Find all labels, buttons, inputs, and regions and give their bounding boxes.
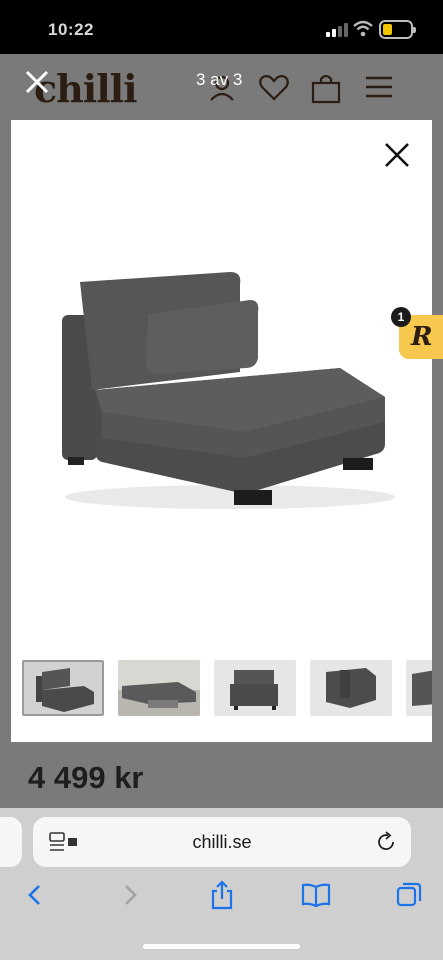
thumbnail-strip bbox=[22, 660, 432, 718]
thumbnail-1[interactable] bbox=[22, 660, 104, 716]
reviews-badge[interactable]: 1 R bbox=[391, 307, 443, 359]
reviews-count: 1 bbox=[391, 307, 411, 327]
product-image[interactable] bbox=[40, 262, 400, 512]
status-time: 10:22 bbox=[48, 20, 94, 39]
reviews-logo: R bbox=[411, 322, 433, 352]
forward-icon[interactable] bbox=[115, 880, 145, 910]
reload-icon[interactable] bbox=[375, 831, 397, 853]
menu-icon[interactable] bbox=[364, 74, 394, 100]
product-price: 4 499 kr bbox=[28, 760, 144, 795]
previous-tab[interactable] bbox=[0, 817, 22, 867]
address-bar[interactable]: chilli.se bbox=[33, 817, 411, 867]
thumbnail-3[interactable] bbox=[214, 660, 296, 716]
status-bar: 10:22 bbox=[0, 0, 443, 54]
url-text: chilli.se bbox=[192, 832, 252, 852]
share-icon[interactable] bbox=[207, 880, 237, 910]
back-icon[interactable] bbox=[20, 880, 50, 910]
thumbnail-4[interactable] bbox=[310, 660, 392, 716]
signal-icon bbox=[326, 23, 348, 37]
image-counter: 3 av 3 bbox=[196, 70, 243, 89]
thumbnail-2[interactable] bbox=[118, 660, 200, 716]
heart-icon[interactable] bbox=[258, 74, 290, 102]
bag-icon[interactable] bbox=[310, 74, 342, 104]
battery-icon bbox=[379, 20, 416, 39]
close-icon[interactable] bbox=[383, 141, 411, 169]
thumbnail-5[interactable] bbox=[406, 660, 432, 716]
bookmarks-icon[interactable] bbox=[301, 880, 331, 910]
home-indicator bbox=[143, 944, 300, 949]
wifi-icon bbox=[353, 20, 373, 37]
close-gallery-icon[interactable] bbox=[22, 67, 52, 97]
tabs-icon[interactable] bbox=[394, 880, 424, 910]
